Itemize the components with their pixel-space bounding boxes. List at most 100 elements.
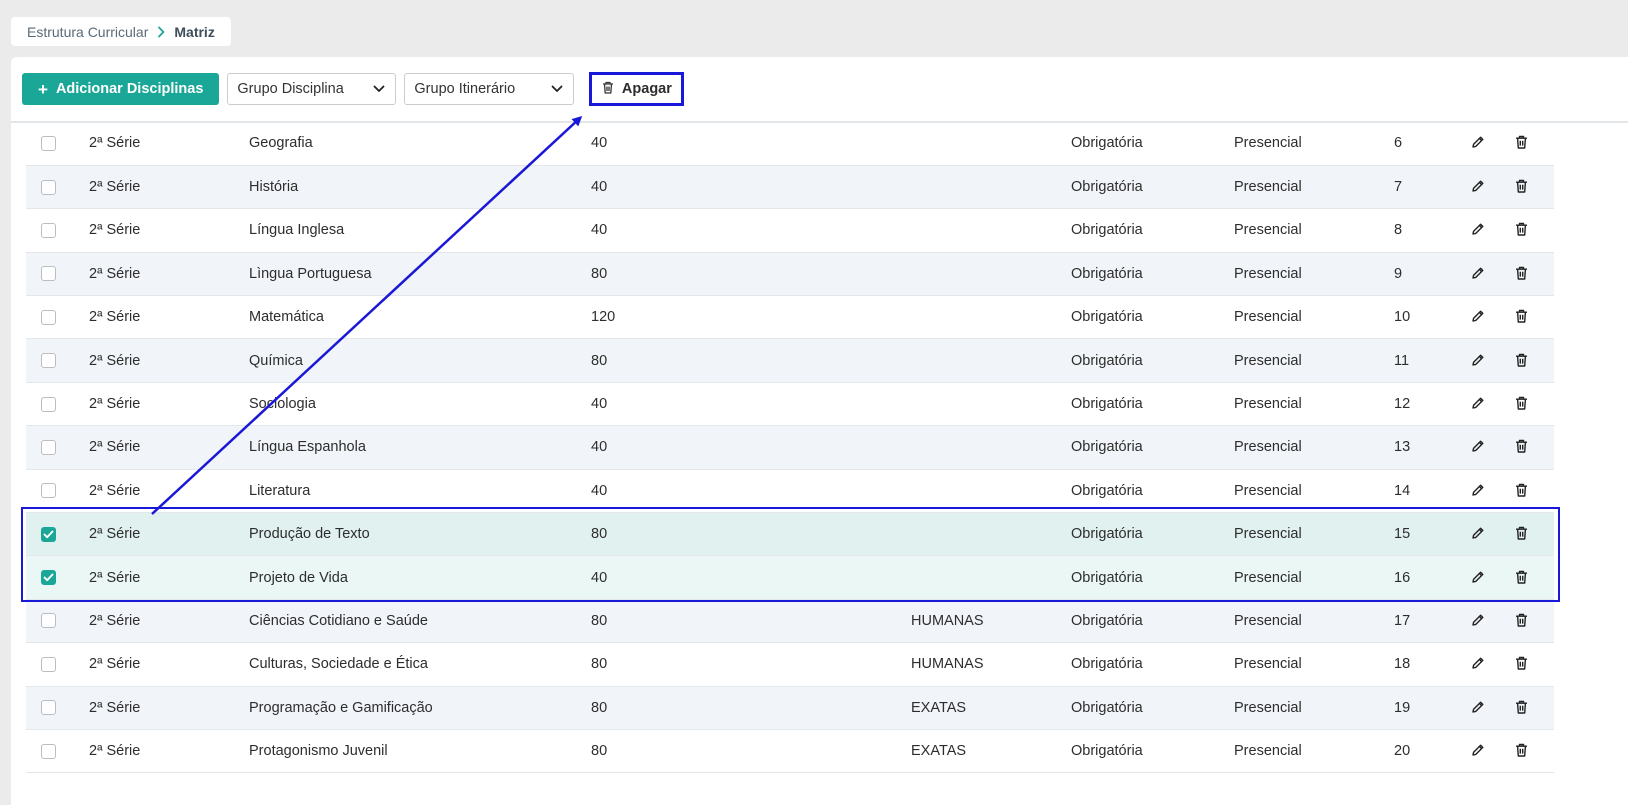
pencil-icon[interactable] [1469,133,1487,151]
breadcrumb-item-estrutura-curricular[interactable]: Estrutura Curricular [27,24,148,40]
modalidade-cell: Presencial [1234,729,1394,774]
disciplina-cell: Química [249,338,591,383]
table-row[interactable]: 2ª Série Língua Espanhola 40 Obrigatória Pre… [26,425,1554,470]
ordem-cell: 13 [1394,425,1469,470]
pencil-icon[interactable] [1469,568,1487,586]
disciplina-cell: Língua Espanhola [249,425,591,470]
row-checkbox[interactable] [41,483,56,499]
trash-icon[interactable] [1512,524,1530,542]
grupo-cell: EXATAS [911,686,1071,730]
carga-horaria-cell: 40 [591,208,911,253]
row-checkbox[interactable] [41,135,56,151]
trash-icon[interactable] [1512,307,1530,325]
ordem-cell: 7 [1394,165,1469,210]
grupo-cell: HUMANAS [911,642,1071,687]
row-checkbox-cell [26,208,89,253]
pencil-icon[interactable] [1469,481,1487,499]
trash-icon[interactable] [1512,698,1530,716]
table-row[interactable]: 2ª Série Língua Inglesa 40 Obrigatória Prese… [26,208,1554,253]
modalidade-cell: Presencial [1234,469,1394,514]
pencil-icon[interactable] [1469,220,1487,238]
pencil-icon[interactable] [1469,524,1487,542]
table-row[interactable]: 2ª Série Culturas, Sociedade e Ética 80 HUM… [26,642,1554,687]
modalidade-cell: Presencial [1234,208,1394,253]
table-row[interactable]: 2ª Série Geografia 40 Obrigatória Presencial… [26,122,1554,166]
trash-icon[interactable] [1512,481,1530,499]
trash-icon[interactable] [1512,394,1530,412]
pencil-icon[interactable] [1469,264,1487,282]
serie-cell: 2ª Série [89,642,249,687]
table-row[interactable]: 2ª Série História 40 Obrigatória Presencial 7 [26,165,1554,210]
check-icon [43,530,54,539]
trash-icon[interactable] [1512,654,1530,672]
serie-cell: 2ª Série [89,686,249,730]
trash-icon[interactable] [1512,177,1530,195]
pencil-icon[interactable] [1469,307,1487,325]
trash-icon[interactable] [1512,264,1530,282]
pencil-icon[interactable] [1469,437,1487,455]
row-checkbox[interactable] [41,396,56,412]
table-row[interactable]: 2ª Série Projeto de Vida 40 Obrigatória Pres… [26,555,1554,600]
row-checkbox[interactable] [41,743,56,759]
table-row[interactable]: 2ª Série Química 80 Obrigatória Presencial 11 [26,338,1554,383]
row-checkbox[interactable] [41,309,56,325]
add-disciplinas-button[interactable]: + Adicionar Disciplinas [22,73,220,105]
tipo-cell: Obrigatória [1071,425,1234,470]
trash-icon[interactable] [1512,741,1530,759]
serie-cell: 2ª Série [89,555,249,600]
pencil-icon[interactable] [1469,654,1487,672]
table-row[interactable]: 2ª Série Sociologia 40 Obrigatória Presencia… [26,382,1554,427]
row-checkbox[interactable] [41,613,56,629]
row-checkbox[interactable] [41,179,56,195]
table-row[interactable]: 2ª Série Matemática 120 Obrigatória Presenci… [26,295,1554,340]
grupo-disciplina-select[interactable]: Grupo Disciplina [227,73,397,105]
pencil-icon[interactable] [1469,351,1487,369]
table-row[interactable]: 2ª Série Protagonismo Juvenil 80 EXATAS Obri… [26,729,1554,774]
serie-cell: 2ª Série [89,599,249,644]
trash-icon[interactable] [1512,568,1530,586]
row-checkbox[interactable] [41,656,56,672]
pencil-icon[interactable] [1469,698,1487,716]
grupo-cell [911,122,1071,166]
table-row[interactable]: 2ª Série Ciências Cotidiano e Saúde 80 HUMA… [26,599,1554,644]
row-checkbox[interactable] [41,526,56,542]
apagar-label: Apagar [621,81,672,97]
row-checkbox[interactable] [41,266,56,282]
pencil-icon[interactable] [1469,177,1487,195]
table-row[interactable]: 2ª Série Literatura 40 Obrigatória Presencia… [26,469,1554,514]
trash-icon[interactable] [1512,437,1530,455]
grupo-cell [911,295,1071,340]
table-row[interactable]: 2ª Série Produção de Texto 80 Obrigatória Pr… [26,512,1554,557]
ordem-cell: 17 [1394,599,1469,644]
table-row[interactable]: 2ª Série Programação e Gamificação 80 EXATA… [26,686,1554,730]
disciplina-cell: Lìngua Portuguesa [249,252,591,297]
row-checkbox[interactable] [41,222,56,238]
table-row[interactable]: 2ª Série Lìngua Portuguesa 80 Obrigatória Pr… [26,252,1554,297]
pencil-icon[interactable] [1469,741,1487,759]
trash-icon[interactable] [1512,133,1530,151]
grupo-disciplina-value: Grupo Disciplina [237,81,344,97]
pencil-icon[interactable] [1469,611,1487,629]
grupo-itinerario-select[interactable]: Grupo Itinerário [404,73,575,105]
apagar-button[interactable]: Apagar [589,72,685,106]
ordem-cell: 12 [1394,382,1469,427]
row-checkbox-cell [26,382,89,427]
trash-icon[interactable] [1512,611,1530,629]
modalidade-cell: Presencial [1234,425,1394,470]
tipo-cell: Obrigatória [1071,122,1234,166]
row-checkbox-cell [26,165,89,210]
serie-cell: 2ª Série [89,295,249,340]
row-checkbox[interactable] [41,570,56,586]
pencil-icon[interactable] [1469,394,1487,412]
tipo-cell: Obrigatória [1071,729,1234,774]
modalidade-cell: Presencial [1234,555,1394,600]
grupo-cell [911,425,1071,470]
row-checkbox[interactable] [41,353,56,369]
trash-icon[interactable] [1512,220,1530,238]
row-checkbox[interactable] [41,700,56,716]
ordem-cell: 8 [1394,208,1469,253]
row-checkbox[interactable] [41,439,56,455]
row-checkbox-cell [26,599,89,644]
carga-horaria-cell: 40 [591,165,911,210]
trash-icon[interactable] [1512,351,1530,369]
